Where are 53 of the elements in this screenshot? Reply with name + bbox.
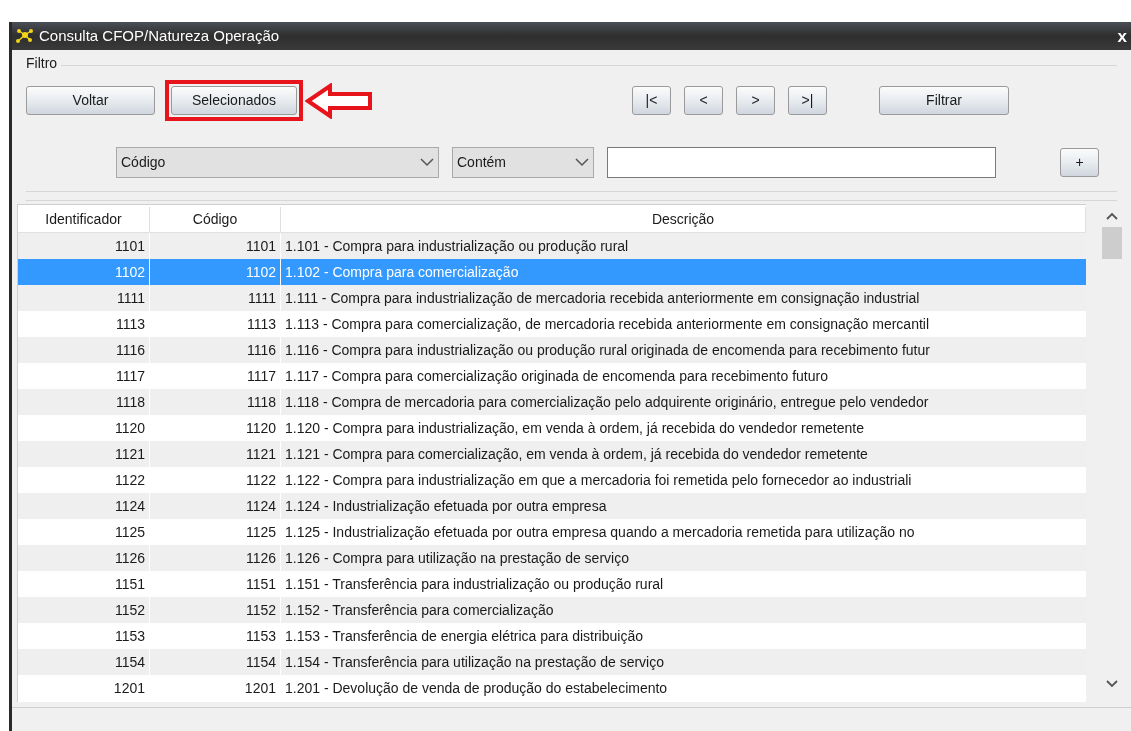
table-cell-text: 1201 <box>112 679 146 698</box>
page-nav-button[interactable]: >| <box>788 86 827 115</box>
page-nav-button[interactable]: |< <box>632 86 671 115</box>
table-row[interactable]: 1116 1116 1.116 - Compra para industrialização ou produção rural originada de encomenda para recebimento futur <box>18 337 1086 363</box>
scroll-thumb[interactable] <box>1102 227 1122 259</box>
table-cell-text: 1125 <box>113 523 146 542</box>
table-cell-text: 1122 <box>113 471 146 490</box>
table-cell-text: 1118 <box>114 393 146 412</box>
table-cell-text: 1126 <box>113 549 146 568</box>
value-field[interactable] <box>607 147 996 178</box>
column-header[interactable]: Identificador <box>18 207 149 232</box>
table-cell-text: 1102 <box>113 263 146 282</box>
table-row[interactable]: 1111 1111 1.111 - Compra para industrialização de mercadoria recebida anteriormente em consignação industrial <box>18 285 1086 311</box>
column-header[interactable]: Código <box>149 207 280 232</box>
table-cell-text: 1152 <box>113 601 146 620</box>
field-select[interactable]: Código <box>116 147 439 178</box>
table-cell: 1201 <box>149 675 280 701</box>
arrow-icon <box>305 82 373 119</box>
close-button[interactable]: x <box>1117 27 1127 45</box>
table-row[interactable]: 1126 1126 1.126 - Compra para utilização na prestação de serviço <box>18 545 1086 571</box>
table-row[interactable]: 1154 1154 1.154 - Transferência para utilização na prestação de serviço <box>18 649 1086 675</box>
table-cell-text: 1121 <box>113 445 146 464</box>
operator-select[interactable]: Contém <box>452 147 594 178</box>
table-row[interactable]: 1121 1121 1.121 - Compra para comercialização, em venda à ordem, já recebida do vendedor remetente <box>18 441 1086 467</box>
table-cell: 1.201 - Devolução de venda de produção do estabelecimento <box>280 675 1086 701</box>
table-cell-text: 1151 <box>113 575 146 594</box>
column-header[interactable]: Descrição <box>280 207 1086 232</box>
table-cell-text: 1120 <box>113 419 146 438</box>
table-cell-text: 1124 <box>113 497 146 516</box>
chevron-down-icon <box>575 158 589 167</box>
back-button[interactable]: Voltar <box>26 86 155 115</box>
selected-button[interactable]: Selecionados <box>171 86 297 115</box>
table-cell-text: 1101 <box>113 237 146 256</box>
window-title: Consulta CFOP/Natureza Operação <box>39 25 280 46</box>
chevron-up-icon <box>1106 212 1118 220</box>
add-button[interactable]: + <box>1060 148 1099 177</box>
chevron-down-icon <box>420 158 434 167</box>
table-cell-text: 1153 <box>113 627 146 646</box>
table-cell-text: 1111 <box>115 289 146 308</box>
table-row[interactable]: 1124 1124 1.124 - Industrialização efetuada por outra empresa <box>18 493 1086 519</box>
logo-icon <box>14 27 36 45</box>
page-nav-button[interactable]: > <box>736 86 775 115</box>
filter-label: Filtro <box>26 54 58 73</box>
page-nav-button[interactable]: < <box>684 86 723 115</box>
table-row[interactable]: 1152 1152 1.152 - Transferência para comercialização <box>18 597 1086 623</box>
table-cell-text: 1113 <box>114 315 146 334</box>
table-row[interactable]: 1118 1118 1.118 - Compra de mercadoria para comercialização pelo adquirente originário, entregue pelo vendedor <box>18 389 1086 415</box>
chevron-down-icon <box>1106 680 1118 688</box>
table-cell-text: 1117 <box>114 367 146 386</box>
table-cell-text: 1154 <box>113 653 146 672</box>
table-row[interactable]: 1101 1101 1.101 - Compra para industrialização ou produção rural <box>18 233 1086 259</box>
filter-button[interactable]: Filtrar <box>879 86 1009 115</box>
table-cell-text: 1116 <box>114 341 146 360</box>
